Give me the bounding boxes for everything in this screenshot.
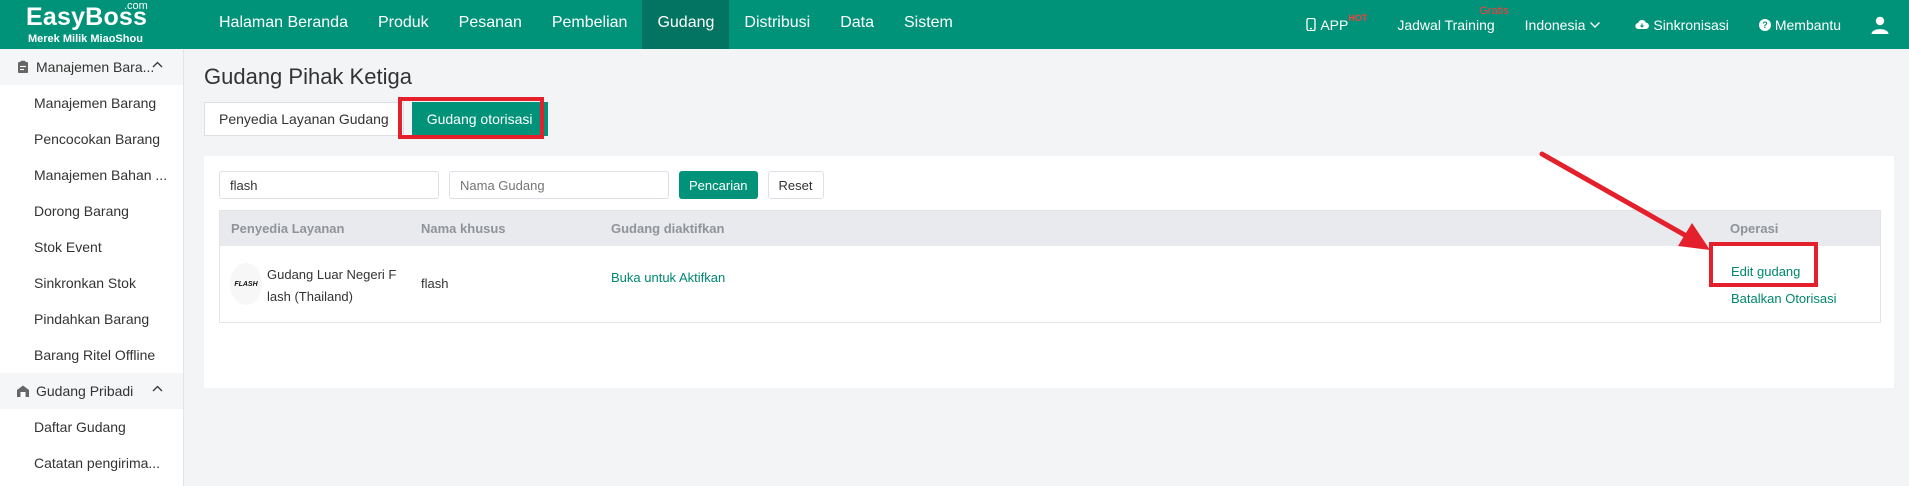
sidebar-item-sync-stock[interactable]: Sinkronkan Stok bbox=[0, 265, 183, 301]
svg-text:?: ? bbox=[1762, 20, 1768, 30]
logo[interactable]: .com EasyBoss Merek Milik MiaoShou bbox=[0, 0, 184, 49]
nav-products[interactable]: Produk bbox=[363, 0, 444, 49]
provider-name-line2: lash (Thailand) bbox=[267, 289, 353, 304]
language-select[interactable]: Indonesia bbox=[1525, 17, 1606, 33]
nav-warehouse[interactable]: Gudang bbox=[642, 0, 730, 49]
sidebar-item-move-product[interactable]: Pindahkan Barang bbox=[0, 301, 183, 337]
sidebar-item-product-management[interactable]: Manajemen Barang bbox=[0, 85, 183, 121]
reset-button[interactable]: Reset bbox=[767, 171, 824, 199]
filter-bar: Pencarian Reset bbox=[219, 171, 824, 199]
app-link[interactable]: APP HOT bbox=[1306, 13, 1367, 33]
logo-brand: EasyBoss bbox=[26, 3, 148, 31]
sidebar: Manajemen Bara... Manajemen Barang Penco… bbox=[0, 49, 184, 486]
col-provider: Penyedia Layanan bbox=[231, 221, 345, 236]
flash-logo: FLASH bbox=[230, 263, 262, 305]
main-nav: Halaman Beranda Produk Pesanan Pembelian… bbox=[204, 0, 968, 49]
top-navbar: .com EasyBoss Merek Milik MiaoShou Halam… bbox=[0, 0, 1909, 49]
nav-distribution[interactable]: Distribusi bbox=[729, 0, 825, 49]
provider-name-line1: Gudang Luar Negeri F bbox=[267, 267, 397, 282]
help-button[interactable]: ? Membantu bbox=[1758, 16, 1841, 33]
nav-system[interactable]: Sistem bbox=[889, 0, 968, 49]
gratis-badge: Gratis bbox=[1479, 4, 1509, 17]
sidebar-group-label: Manajemen Bara... bbox=[36, 59, 155, 75]
col-custom-name: Nama khusus bbox=[421, 221, 506, 236]
nav-home[interactable]: Halaman Beranda bbox=[204, 0, 363, 49]
warehouse-name-input[interactable] bbox=[449, 171, 669, 199]
chevron-down-icon bbox=[1590, 21, 1601, 28]
user-menu[interactable] bbox=[1871, 16, 1893, 34]
chevron-up-icon bbox=[152, 385, 163, 392]
language-label: Indonesia bbox=[1524, 16, 1586, 33]
user-icon bbox=[1871, 16, 1889, 34]
tab-warehouse-provider[interactable]: Penyedia Layanan Gudang bbox=[204, 102, 404, 136]
annotation-arrow-icon bbox=[1539, 151, 1710, 250]
sidebar-item-offline-retail[interactable]: Barang Ritel Offline bbox=[0, 337, 183, 373]
cancel-authorization-link[interactable]: Batalkan Otorisasi bbox=[1731, 291, 1837, 306]
help-icon: ? bbox=[1758, 18, 1771, 31]
sidebar-group-private-warehouse[interactable]: Gudang Pribadi bbox=[0, 373, 183, 409]
col-operation: Operasi bbox=[1730, 221, 1779, 236]
sidebar-item-stock-event[interactable]: Stok Event bbox=[0, 229, 183, 265]
logo-subtitle: Merek Milik MiaoShou bbox=[28, 33, 143, 45]
training-label: Jadwal Training bbox=[1397, 16, 1495, 33]
nav-data[interactable]: Data bbox=[825, 0, 889, 49]
hot-badge: HOT bbox=[1348, 12, 1368, 23]
product-icon bbox=[18, 60, 28, 73]
provider-name: Gudang Luar Negeri F lash (Thailand) bbox=[267, 264, 396, 308]
col-activated: Gudang diaktifkan bbox=[611, 221, 725, 236]
sidebar-group-label: Gudang Pribadi bbox=[36, 383, 134, 399]
nav-orders[interactable]: Pesanan bbox=[444, 0, 537, 49]
sidebar-item-push-product[interactable]: Dorong Barang bbox=[0, 193, 183, 229]
app-label: APP bbox=[1320, 16, 1349, 33]
right-nav: APP HOT Jadwal Training Gratis Indonesia… bbox=[1306, 0, 1909, 49]
phone-icon bbox=[1306, 18, 1316, 31]
page-title: Gudang Pihak Ketiga bbox=[204, 64, 412, 89]
activate-link[interactable]: Buka untuk Aktifkan bbox=[611, 270, 725, 285]
nav-purchases[interactable]: Pembelian bbox=[537, 0, 643, 49]
provider-search-input[interactable] bbox=[219, 171, 439, 199]
warehouse-icon bbox=[17, 385, 29, 397]
sidebar-item-product-matching[interactable]: Pencocokan Barang bbox=[0, 121, 183, 157]
chevron-up-icon bbox=[152, 61, 163, 68]
sidebar-group-product-management[interactable]: Manajemen Bara... bbox=[0, 49, 183, 85]
cloud-sync-icon bbox=[1635, 20, 1650, 30]
training-link[interactable]: Jadwal Training Gratis bbox=[1397, 5, 1508, 33]
sidebar-item-warehouse-list[interactable]: Daftar Gudang bbox=[0, 409, 183, 445]
custom-name: flash bbox=[421, 276, 449, 291]
sidebar-item-material-management[interactable]: Manajemen Bahan ... bbox=[0, 157, 183, 193]
sidebar-item-shipping-records[interactable]: Catatan pengirima... bbox=[0, 445, 183, 481]
sync-label: Sinkronisasi bbox=[1653, 16, 1729, 33]
tab-highlight-box bbox=[398, 97, 544, 139]
search-button[interactable]: Pencarian bbox=[679, 171, 758, 199]
help-label: Membantu bbox=[1774, 16, 1841, 33]
sync-button[interactable]: Sinkronisasi bbox=[1635, 16, 1729, 33]
